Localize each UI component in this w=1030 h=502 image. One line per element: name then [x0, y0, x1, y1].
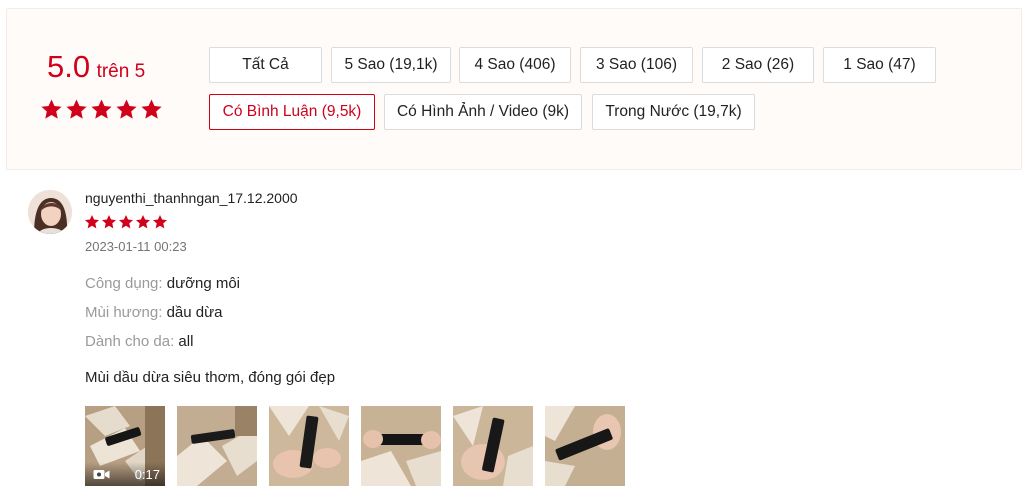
filter-4-star[interactable]: 4 Sao (406) [459, 47, 571, 83]
score-suffix: trên 5 [96, 61, 146, 82]
review-image-thumbnail[interactable] [361, 406, 441, 486]
reviewer-username[interactable]: nguyenthi_thanhngan_17.12.2000 [85, 190, 298, 206]
review-image-thumbnail[interactable] [453, 406, 533, 486]
rating-overview: 5.0 trên 5 Tất Cả 5 Sao (19,1k) 4 Sao (4… [6, 8, 1022, 170]
filter-1-star[interactable]: 1 Sao (47) [823, 47, 936, 83]
star-icon [140, 98, 163, 121]
filter-with-media[interactable]: Có Hình Ảnh / Video (9k) [384, 94, 582, 130]
attribute-skin-type: Dành cho da: all [85, 333, 193, 350]
filter-2-star[interactable]: 2 Sao (26) [702, 47, 814, 83]
attribute-scent: Mùi hương: dầu dừa [85, 304, 223, 321]
review-media-list: 0:17 [85, 406, 625, 486]
attribute-value: dưỡng môi [166, 275, 240, 292]
video-camera-icon [93, 469, 110, 479]
star-icon [135, 214, 151, 230]
photo [269, 406, 349, 486]
attribute-key: Công dụng: [85, 275, 163, 292]
review-image-thumbnail[interactable] [269, 406, 349, 486]
star-icon [40, 98, 63, 121]
review-video-thumbnail[interactable]: 0:17 [85, 406, 165, 486]
photo [545, 406, 625, 486]
avatar-image [28, 190, 72, 234]
filter-with-comment[interactable]: Có Bình Luận (9,5k) [209, 94, 375, 130]
filter-domestic[interactable]: Trong Nước (19,7k) [592, 94, 755, 130]
attribute-usage: Công dụng: dưỡng môi [85, 275, 240, 292]
review-image-thumbnail[interactable] [545, 406, 625, 486]
attribute-value: dầu dừa [166, 304, 223, 321]
star-icon [84, 214, 100, 230]
review-stars [84, 214, 168, 230]
review-comment: Mùi dầu dừa siêu thơm, đóng gói đẹp [85, 369, 336, 386]
review-image-thumbnail[interactable] [177, 406, 257, 486]
avatar[interactable] [28, 190, 72, 234]
filter-3-star[interactable]: 3 Sao (106) [580, 47, 693, 83]
filter-5-star[interactable]: 5 Sao (19,1k) [331, 47, 451, 83]
star-icon [152, 214, 168, 230]
star-icon [118, 214, 134, 230]
average-score: 5.0 trên 5 [47, 49, 145, 85]
star-icon [101, 214, 117, 230]
photo [453, 406, 533, 486]
attribute-value: all [178, 333, 194, 350]
score-value: 5.0 [47, 49, 91, 84]
star-icon [90, 98, 113, 121]
filter-all[interactable]: Tất Cả [209, 47, 322, 83]
review-datetime: 2023-01-11 00:23 [85, 239, 187, 254]
photo [361, 406, 441, 486]
photo [177, 406, 257, 486]
star-icon [115, 98, 138, 121]
attribute-key: Mùi hương: [85, 304, 163, 321]
star-icon [65, 98, 88, 121]
video-overlay: 0:17 [85, 462, 165, 486]
average-stars [40, 98, 163, 121]
attribute-key: Dành cho da: [85, 333, 175, 350]
video-duration: 0:17 [134, 466, 160, 482]
